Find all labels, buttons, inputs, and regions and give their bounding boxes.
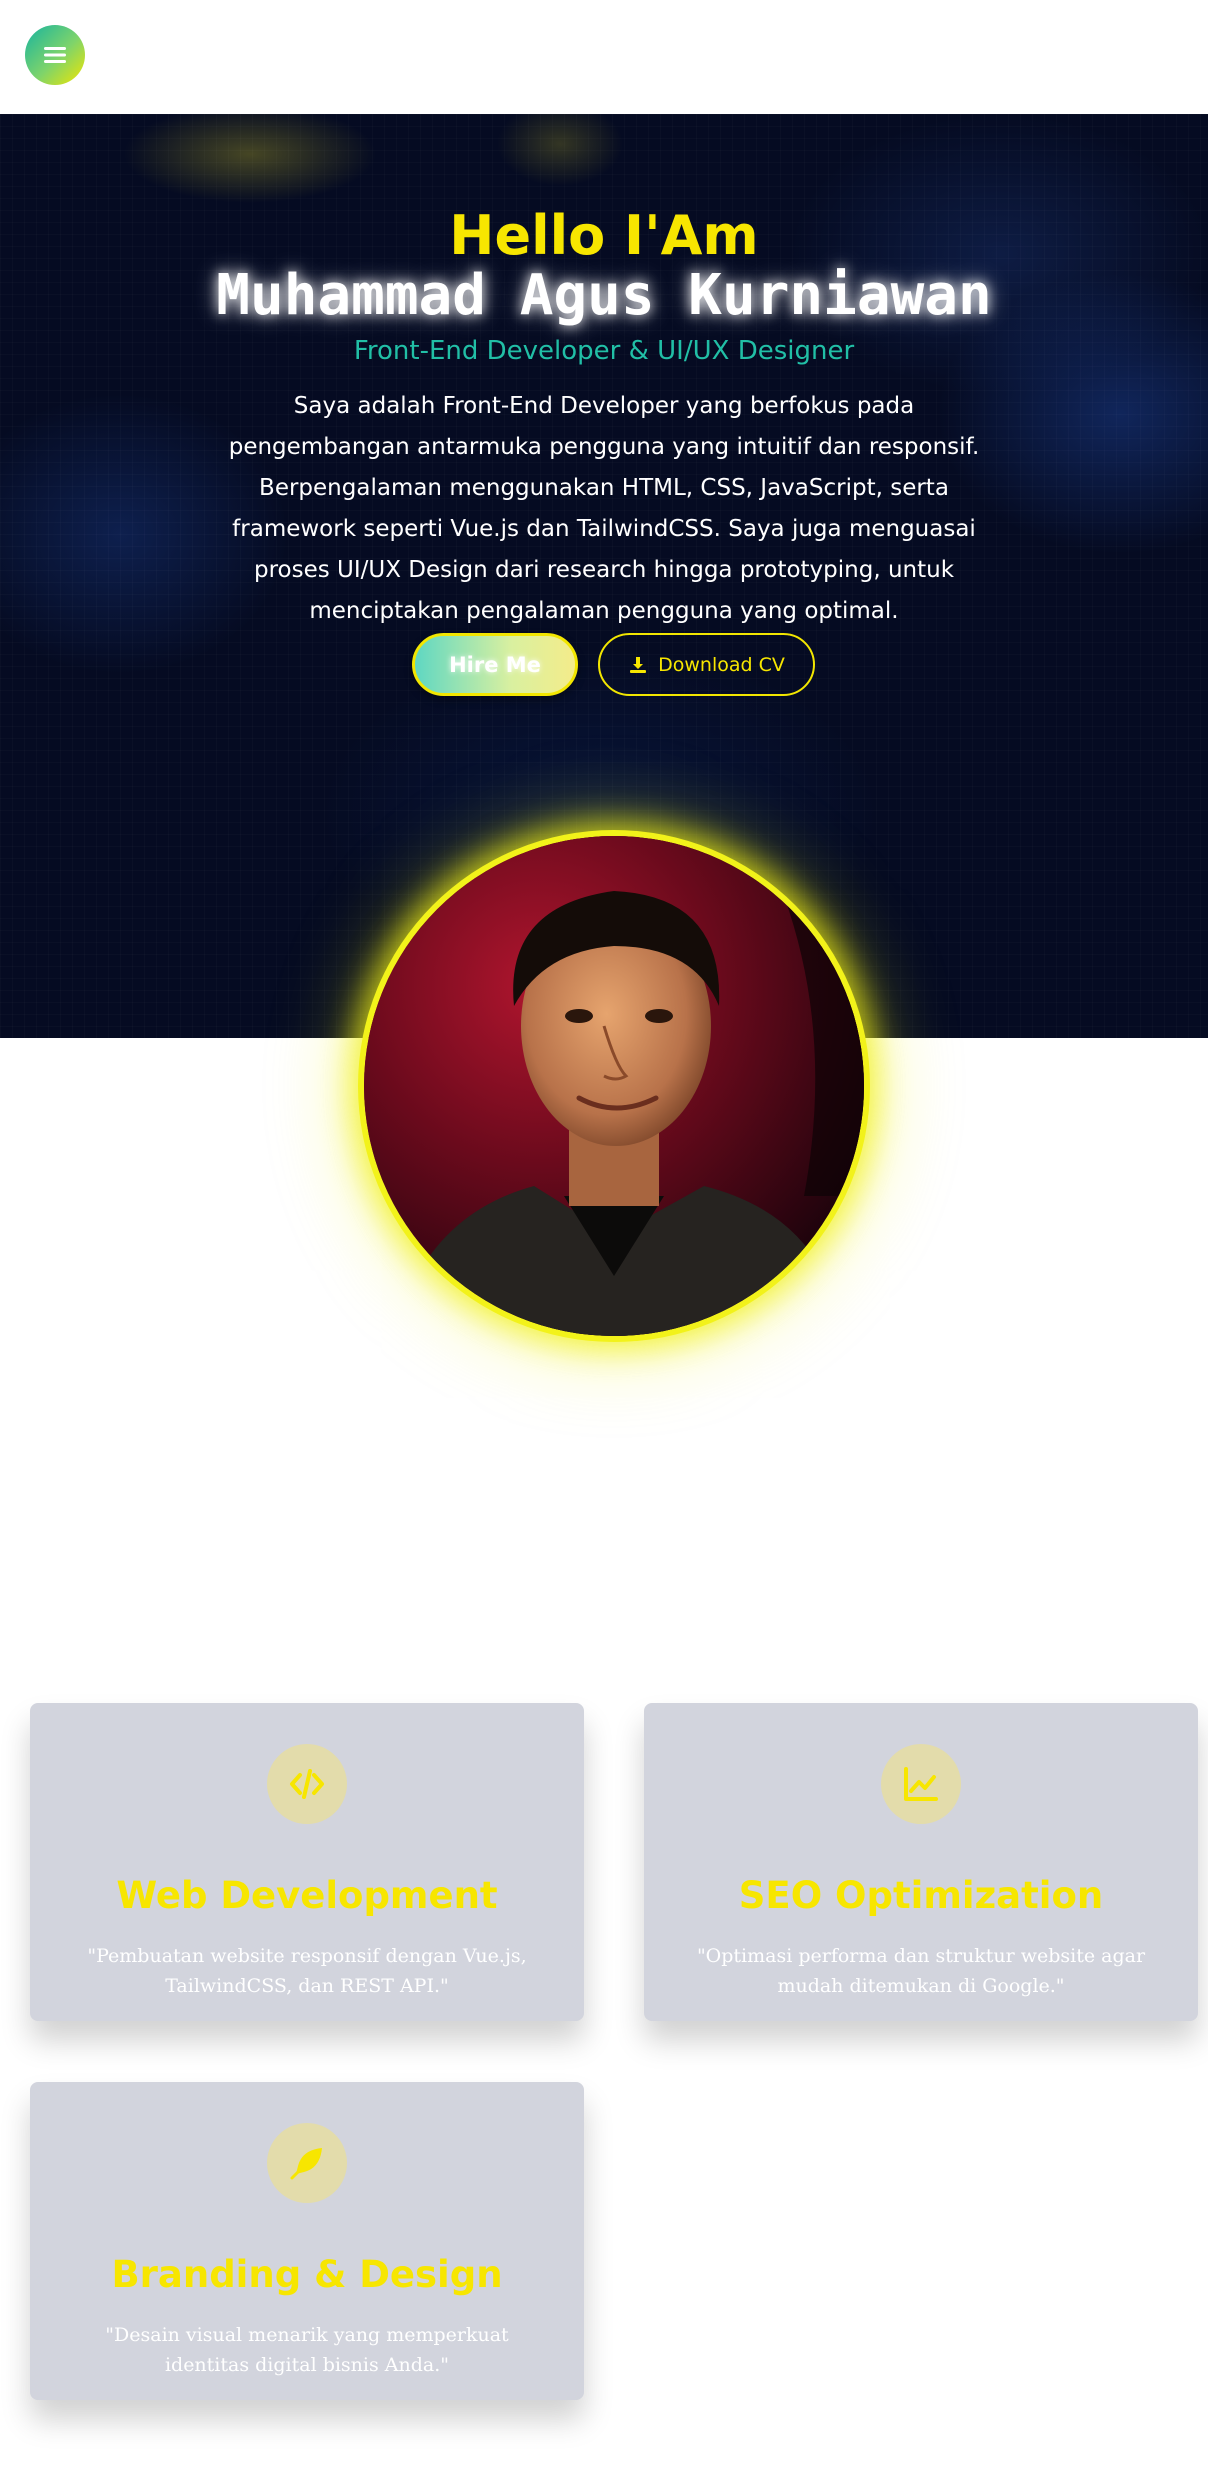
code-icon bbox=[290, 1769, 324, 1799]
service-title: Branding & Design bbox=[111, 2253, 503, 2296]
top-bar bbox=[0, 0, 1208, 114]
service-description: "Desain visual menarik yang memperkuat i… bbox=[105, 2324, 509, 2376]
hero-role: Front-End Developer & UI/UX Designer bbox=[353, 336, 855, 366]
service-icon-badge bbox=[267, 2123, 347, 2203]
hero-name: Muhammad Agus Kurniawan bbox=[216, 263, 992, 328]
chart-line-icon bbox=[904, 1767, 938, 1801]
service-card-branding-design: Branding & Design "Desain visual menarik… bbox=[30, 2082, 584, 2400]
hamburger-menu-icon bbox=[44, 47, 66, 63]
service-icon-badge bbox=[267, 1744, 347, 1824]
download-icon bbox=[630, 656, 647, 673]
service-description: "Pembuatan website responsif dengan Vue.… bbox=[87, 1945, 527, 1997]
service-description: "Optimasi performa dan struktur website … bbox=[696, 1945, 1146, 1997]
profile-photo-illustration bbox=[364, 836, 864, 1336]
service-card-seo-optimization: SEO Optimization "Optimasi performa dan … bbox=[644, 1703, 1198, 2021]
profile-photo bbox=[364, 836, 864, 1336]
download-cv-button[interactable]: Download CV bbox=[598, 633, 815, 696]
hire-me-button[interactable]: Hire Me bbox=[412, 633, 578, 696]
hire-me-label: Hire Me bbox=[449, 652, 541, 677]
menu-button[interactable] bbox=[25, 25, 85, 85]
hero-description: Saya adalah Front-End Developer yang ber… bbox=[228, 393, 980, 624]
service-card-web-development: Web Development "Pembuatan website respo… bbox=[30, 1703, 584, 2021]
hero-greeting: Hello I'Am bbox=[449, 204, 759, 267]
download-cv-label: Download CV bbox=[658, 653, 785, 676]
service-title: SEO Optimization bbox=[738, 1874, 1104, 1917]
service-title: Web Development bbox=[116, 1874, 498, 1917]
feather-icon bbox=[290, 2148, 322, 2180]
service-icon-badge bbox=[881, 1744, 961, 1824]
